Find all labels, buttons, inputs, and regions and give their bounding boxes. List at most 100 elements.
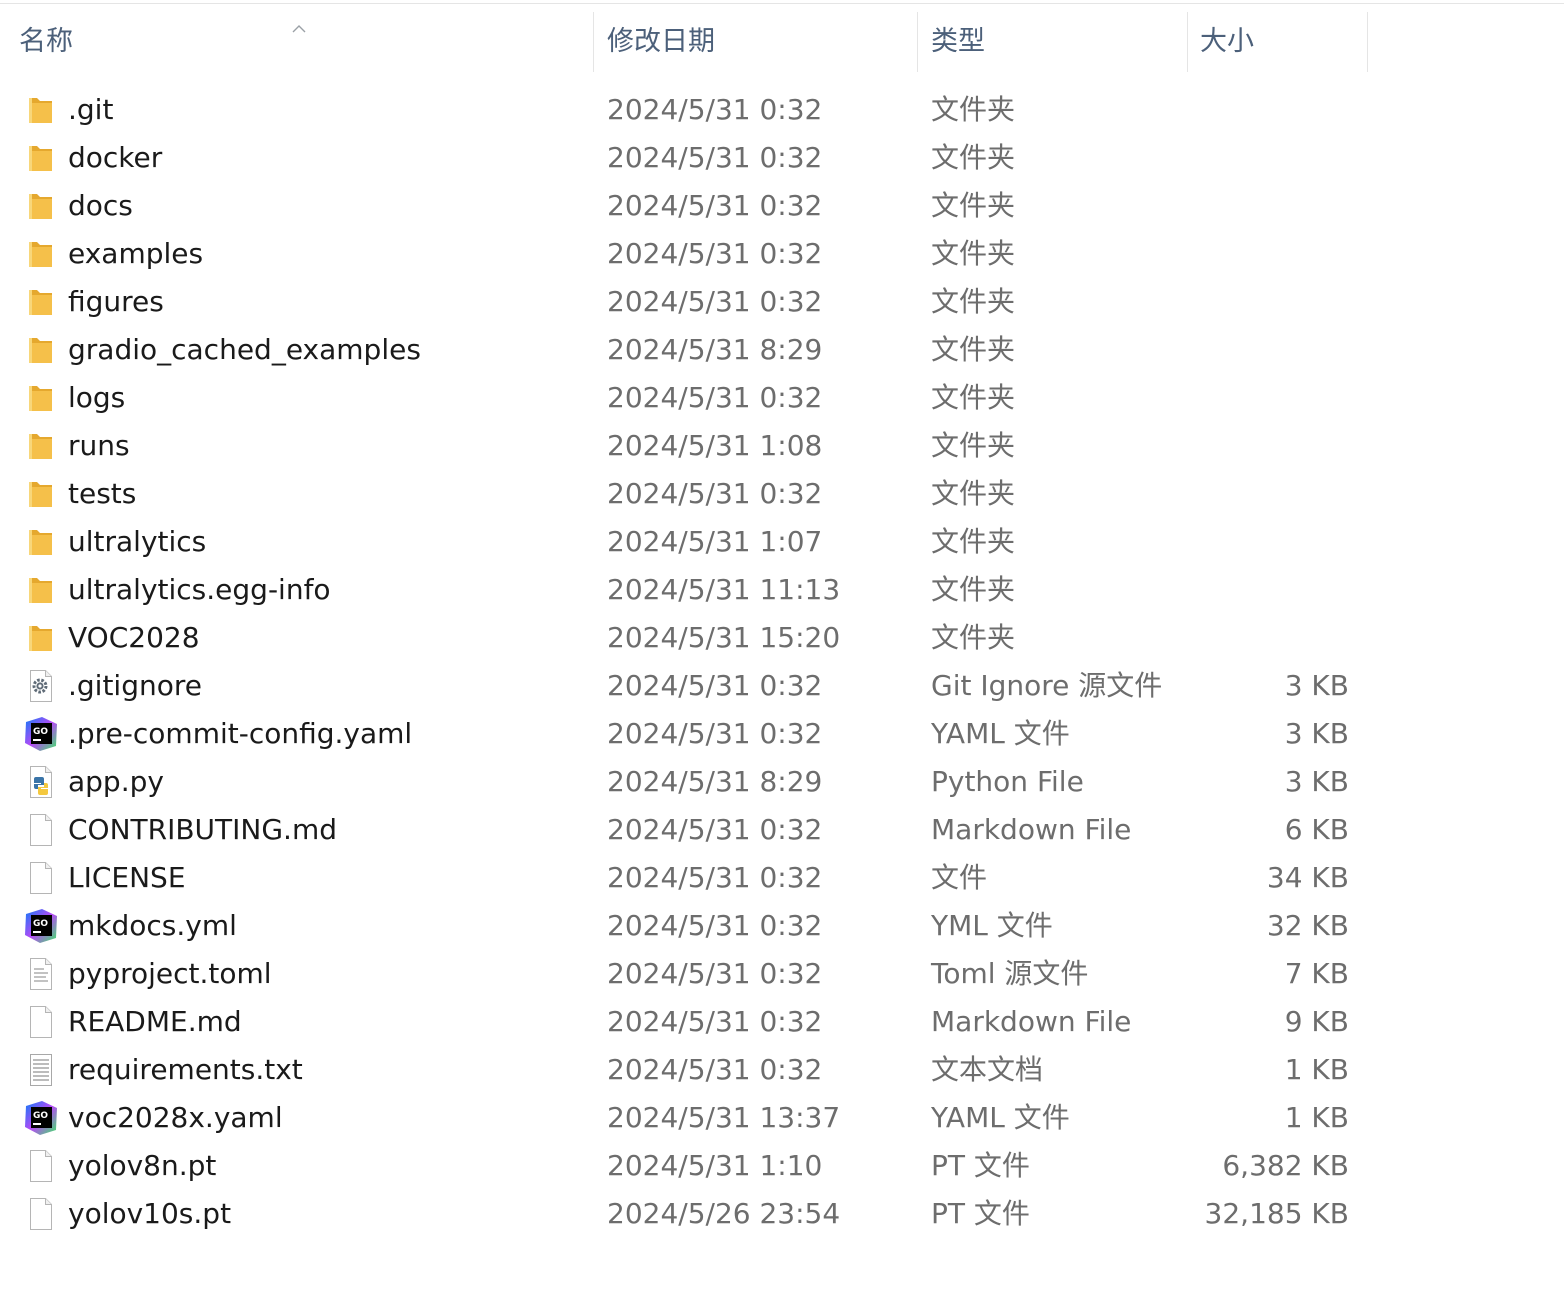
svg-text:GO: GO xyxy=(33,1111,48,1121)
file-type: PT 文件 xyxy=(931,1149,1030,1182)
file-row[interactable]: yolov10s.pt 2024/5/26 23:54 PT 文件 32,185 KB xyxy=(0,1190,1564,1238)
file-size: 6 KB xyxy=(1284,813,1349,846)
file-row[interactable]: examples 2024/5/31 0:32 文件夹 xyxy=(0,230,1564,278)
blank-file-icon xyxy=(22,1196,60,1232)
file-type: Markdown File xyxy=(931,813,1132,846)
column-divider[interactable] xyxy=(1367,12,1368,72)
column-header-type[interactable]: 类型 xyxy=(918,12,1187,72)
file-row[interactable]: figures 2024/5/31 0:32 文件夹 xyxy=(0,278,1564,326)
file-modified-date: 2024/5/31 1:10 xyxy=(607,1149,823,1182)
column-header-size[interactable]: 大小 xyxy=(1188,12,1367,72)
text-file-icon xyxy=(22,956,60,992)
file-modified-date: 2024/5/26 23:54 xyxy=(607,1197,841,1230)
file-name: yolov8n.pt xyxy=(68,1149,217,1182)
file-row[interactable]: runs 2024/5/31 1:08 文件夹 xyxy=(0,422,1564,470)
file-row[interactable]: gradio_cached_examples 2024/5/31 8:29 文件夹 xyxy=(0,326,1564,374)
file-name: docker xyxy=(68,141,163,174)
file-type: PT 文件 xyxy=(931,1197,1030,1230)
file-row[interactable]: ultralytics 2024/5/31 1:07 文件夹 xyxy=(0,518,1564,566)
file-name: gradio_cached_examples xyxy=(68,333,421,366)
file-row[interactable]: CONTRIBUTING.md 2024/5/31 0:32 Markdown Fi… xyxy=(0,806,1564,854)
goland-icon: GO xyxy=(22,908,60,944)
file-name: VOC2028 xyxy=(68,621,200,654)
file-row[interactable]: VOC2028 2024/5/31 15:20 文件夹 xyxy=(0,614,1564,662)
file-modified-date: 2024/5/31 0:32 xyxy=(607,1053,823,1086)
file-row[interactable]: GO voc2028x.yaml 2024/5/31 13:37 YAML 文件 1 K… xyxy=(0,1094,1564,1142)
lined-file-icon xyxy=(22,1052,60,1088)
file-modified-date: 2024/5/31 13:37 xyxy=(607,1101,841,1134)
file-name: logs xyxy=(68,381,126,414)
file-type: 文件夹 xyxy=(931,141,1016,174)
file-row[interactable]: .git 2024/5/31 0:32 文件夹 xyxy=(0,86,1564,134)
file-modified-date: 2024/5/31 0:32 xyxy=(607,141,823,174)
file-row[interactable]: .gitignore 2024/5/31 0:32 Git Ignore 源文件 3 … xyxy=(0,662,1564,710)
file-row[interactable]: app.py 2024/5/31 8:29 Python File 3 KB xyxy=(0,758,1564,806)
file-row[interactable]: tests 2024/5/31 0:32 文件夹 xyxy=(0,470,1564,518)
file-type: 文件夹 xyxy=(931,381,1016,414)
blank-file-icon xyxy=(22,1004,60,1040)
file-name: .git xyxy=(68,93,114,126)
file-size: 34 KB xyxy=(1266,861,1349,894)
file-row[interactable]: GO .pre-commit-config.yaml 2024/5/31 0:32 Y… xyxy=(0,710,1564,758)
file-modified-date: 2024/5/31 0:32 xyxy=(607,861,823,894)
file-type: Markdown File xyxy=(931,1005,1132,1038)
file-type: 文件夹 xyxy=(931,429,1016,462)
column-header-modified-label: 修改日期 xyxy=(607,26,715,57)
gear-file-icon xyxy=(22,668,60,704)
file-modified-date: 2024/5/31 1:07 xyxy=(607,525,823,558)
file-name: mkdocs.yml xyxy=(68,909,237,942)
file-modified-date: 2024/5/31 0:32 xyxy=(607,1005,823,1038)
file-row[interactable]: pyproject.toml 2024/5/31 0:32 Toml 源文件 7 KB xyxy=(0,950,1564,998)
file-name: .gitignore xyxy=(68,669,202,702)
folder-icon xyxy=(22,524,60,560)
file-row[interactable]: yolov8n.pt 2024/5/31 1:10 PT 文件 6,382 KB xyxy=(0,1142,1564,1190)
file-name: examples xyxy=(68,237,204,270)
file-type: 文件夹 xyxy=(931,285,1016,318)
blank-file-icon xyxy=(22,1148,60,1184)
file-type: 文本文档 xyxy=(931,1053,1044,1086)
file-modified-date: 2024/5/31 0:32 xyxy=(607,93,823,126)
file-row[interactable]: LICENSE 2024/5/31 0:32 文件 34 KB xyxy=(0,854,1564,902)
folder-icon xyxy=(22,188,60,224)
folder-icon xyxy=(22,140,60,176)
file-modified-date: 2024/5/31 0:32 xyxy=(607,909,823,942)
sort-ascending-icon xyxy=(292,25,306,33)
file-row[interactable]: docs 2024/5/31 0:32 文件夹 xyxy=(0,182,1564,230)
file-modified-date: 2024/5/31 0:32 xyxy=(607,813,823,846)
column-header-bar: 名称 修改日期 类型 大小 xyxy=(0,12,1564,72)
file-row[interactable]: logs 2024/5/31 0:32 文件夹 xyxy=(0,374,1564,422)
file-row[interactable]: README.md 2024/5/31 0:32 Markdown File 9 KB xyxy=(0,998,1564,1046)
column-header-modified[interactable]: 修改日期 xyxy=(594,12,917,72)
file-list: .git 2024/5/31 0:32 文件夹 docker 2024/5/31 0:3… xyxy=(0,86,1564,1238)
folder-icon xyxy=(22,284,60,320)
file-type: Toml 源文件 xyxy=(931,957,1089,990)
file-name: yolov10s.pt xyxy=(68,1197,232,1230)
file-type: Git Ignore 源文件 xyxy=(931,669,1163,702)
file-modified-date: 2024/5/31 0:32 xyxy=(607,285,823,318)
file-type: 文件夹 xyxy=(931,621,1016,654)
column-header-name-label: 名称 xyxy=(19,26,73,57)
file-modified-date: 2024/5/31 11:13 xyxy=(607,573,841,606)
file-modified-date: 2024/5/31 8:29 xyxy=(607,333,823,366)
file-name: app.py xyxy=(68,765,164,798)
file-row[interactable]: docker 2024/5/31 0:32 文件夹 xyxy=(0,134,1564,182)
folder-icon xyxy=(22,572,60,608)
file-modified-date: 2024/5/31 0:32 xyxy=(607,957,823,990)
file-type: YAML 文件 xyxy=(931,717,1070,750)
file-row[interactable]: ultralytics.egg-info 2024/5/31 11:13 文件夹 xyxy=(0,566,1564,614)
folder-icon xyxy=(22,428,60,464)
python-file-icon xyxy=(22,764,60,800)
top-border xyxy=(0,3,1564,4)
file-row[interactable]: GO mkdocs.yml 2024/5/31 0:32 YML 文件 32 KB xyxy=(0,902,1564,950)
file-modified-date: 2024/5/31 0:32 xyxy=(607,189,823,222)
file-name: runs xyxy=(68,429,130,462)
file-type: 文件夹 xyxy=(931,573,1016,606)
folder-icon xyxy=(22,332,60,368)
file-name: voc2028x.yaml xyxy=(68,1101,283,1134)
file-name: .pre-commit-config.yaml xyxy=(68,717,413,750)
file-modified-date: 2024/5/31 0:32 xyxy=(607,717,823,750)
file-type: 文件 xyxy=(931,861,988,894)
goland-icon: GO xyxy=(22,716,60,752)
file-row[interactable]: requirements.txt 2024/5/31 0:32 文本文档 1 KB xyxy=(0,1046,1564,1094)
column-header-name[interactable]: 名称 xyxy=(0,12,593,72)
